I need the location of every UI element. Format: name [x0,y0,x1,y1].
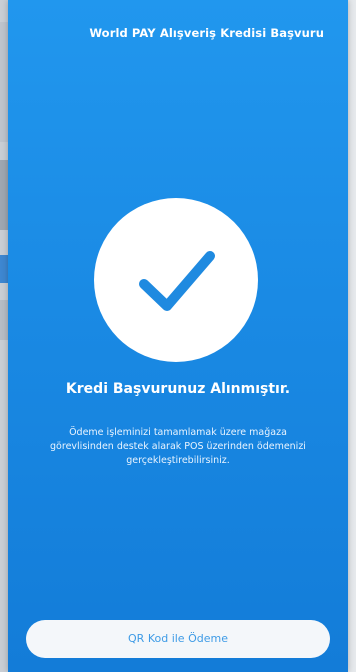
success-description: Ödeme işleminizi tamamlamak üzere mağaza… [50,427,306,466]
success-circle [94,198,258,362]
qr-payment-button[interactable]: QR Kod ile Ödeme [26,620,330,658]
success-heading: Kredi Başvurunuz Alınmıştır. [65,381,291,397]
credit-application-modal: World PAY Alışveriş Kredisi Başvuru Kred… [8,0,348,672]
modal-title: World PAY Alışveriş Kredisi Başvuru [89,26,324,40]
checkmark-icon [139,251,215,311]
